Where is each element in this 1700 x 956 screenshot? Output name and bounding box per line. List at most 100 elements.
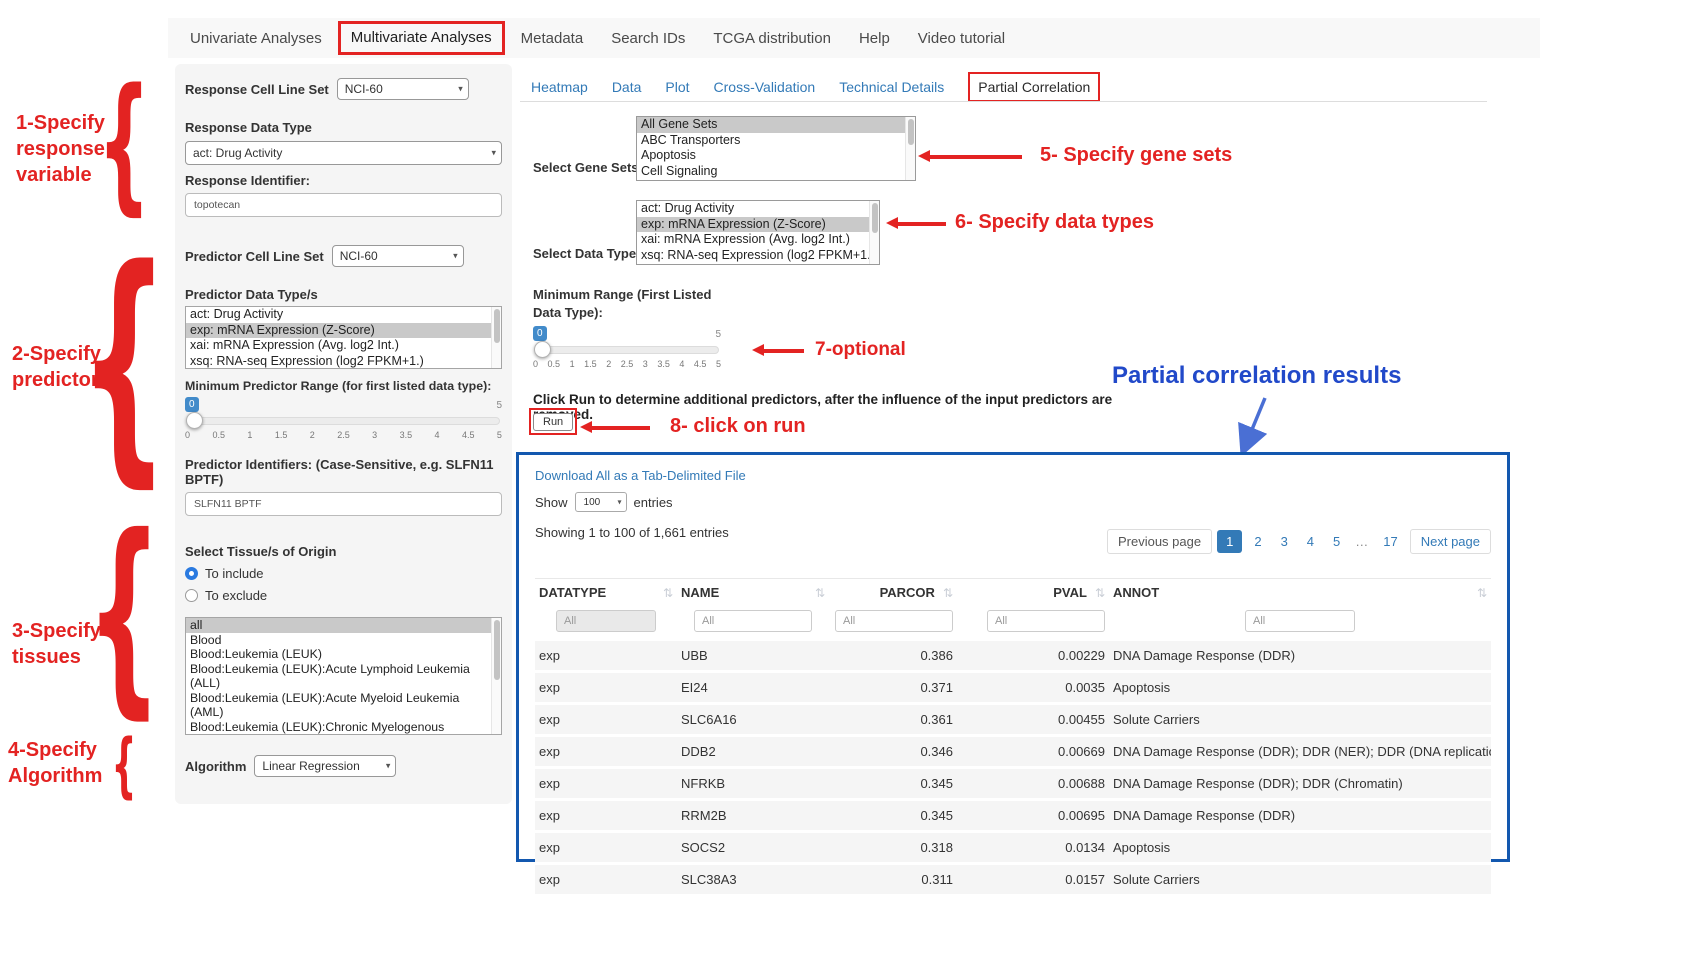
bracket-step4: { bbox=[114, 728, 134, 802]
list-option-selected[interactable]: exp: mRNA Expression (Z-Score) bbox=[637, 217, 879, 233]
filter-name-input[interactable] bbox=[694, 610, 812, 632]
min-predictor-range-label: Minimum Predictor Range (for first liste… bbox=[185, 379, 502, 393]
table-row[interactable]: exp RRM2B 0.345 0.00695 DNA Damage Respo… bbox=[535, 800, 1491, 832]
col-header-datatype[interactable]: DATATYPE bbox=[539, 585, 606, 600]
list-option[interactable]: ABC Transporters bbox=[637, 133, 915, 149]
nav-video-tutorial[interactable]: Video tutorial bbox=[904, 30, 1019, 47]
tissue-exclude-radio[interactable]: To exclude bbox=[185, 588, 502, 603]
filter-pval-input[interactable] bbox=[987, 610, 1105, 632]
slider-track[interactable] bbox=[535, 346, 719, 354]
sort-icon[interactable]: ⇅ bbox=[1477, 586, 1487, 600]
entries-per-page-select[interactable]: 100 ▾ bbox=[575, 492, 627, 512]
response-identifier-input[interactable] bbox=[185, 193, 502, 217]
table-row[interactable]: exp SLC6A16 0.361 0.00455 Solute Carrier… bbox=[535, 704, 1491, 736]
run-button[interactable]: Run bbox=[533, 413, 573, 431]
bracket-step2: { bbox=[114, 230, 134, 494]
page-2-button[interactable]: 2 bbox=[1247, 530, 1268, 553]
col-header-pval[interactable]: PVAL bbox=[1053, 585, 1087, 600]
list-option[interactable]: Blood:Leukemia (LEUK):Acute Myeloid Leuk… bbox=[186, 691, 501, 720]
list-option[interactable]: act: Drug Activity bbox=[186, 307, 501, 323]
filter-parcor-input[interactable] bbox=[835, 610, 953, 632]
nav-help[interactable]: Help bbox=[845, 30, 904, 47]
list-option[interactable]: Blood bbox=[186, 633, 501, 648]
tab-heatmap[interactable]: Heatmap bbox=[531, 79, 588, 95]
select-gene-sets-label: Select Gene Sets bbox=[533, 160, 639, 175]
slider-track[interactable] bbox=[187, 417, 500, 425]
col-header-annot[interactable]: ANNOT bbox=[1113, 585, 1159, 600]
list-option[interactable]: act: Drug Activity bbox=[637, 201, 879, 217]
predictor-data-types-listbox[interactable]: act: Drug Activity exp: mRNA Expression … bbox=[185, 306, 502, 369]
tab-partial-correlation[interactable]: Partial Correlation bbox=[978, 79, 1090, 95]
cell-pval: 0.0157 bbox=[957, 864, 1109, 896]
scrollbar-thumb[interactable] bbox=[872, 203, 878, 233]
scrollbar[interactable] bbox=[491, 307, 501, 368]
list-option[interactable]: xai: mRNA Expression (Avg. log2 Int.) bbox=[186, 338, 501, 354]
scrollbar[interactable] bbox=[869, 201, 879, 264]
cell-annot: Solute Carriers bbox=[1109, 864, 1491, 896]
page-1-button[interactable]: 1 bbox=[1217, 530, 1242, 553]
list-option[interactable]: xai: mRNA Expression (Avg. log2 Int.) bbox=[637, 232, 879, 248]
data-types-listbox[interactable]: act: Drug Activity exp: mRNA Expression … bbox=[636, 200, 880, 265]
filter-datatype-input[interactable] bbox=[556, 610, 656, 632]
list-option-selected[interactable]: All Gene Sets bbox=[637, 117, 915, 133]
nav-univariate-analyses[interactable]: Univariate Analyses bbox=[176, 30, 336, 47]
response-data-type-select[interactable]: act: Drug Activity ▾ bbox=[185, 141, 502, 165]
sort-icon[interactable]: ⇅ bbox=[1095, 586, 1105, 600]
list-option[interactable]: Blood:Leukemia (LEUK) bbox=[186, 647, 501, 662]
predictor-identifiers-input[interactable] bbox=[185, 492, 502, 516]
tick-label: 4 bbox=[679, 359, 684, 369]
annotation-step4: 4-Specify Algorithm bbox=[8, 737, 120, 789]
scrollbar[interactable] bbox=[491, 618, 501, 734]
download-tab-delimited-link[interactable]: Download All as a Tab-Delimited File bbox=[535, 468, 746, 483]
scrollbar-thumb[interactable] bbox=[494, 309, 500, 343]
table-row[interactable]: exp NFRKB 0.345 0.00688 DNA Damage Respo… bbox=[535, 768, 1491, 800]
table-row[interactable]: exp SOCS2 0.318 0.0134 Apoptosis bbox=[535, 832, 1491, 864]
response-cell-line-set-select[interactable]: NCI-60 ▾ bbox=[337, 78, 469, 100]
list-option[interactable]: Blood:Leukemia (LEUK):Chronic Myelogenou… bbox=[186, 720, 501, 736]
tab-data[interactable]: Data bbox=[612, 79, 642, 95]
sort-icon[interactable]: ⇅ bbox=[943, 586, 953, 600]
gene-sets-listbox[interactable]: All Gene Sets ABC Transporters Apoptosis… bbox=[636, 116, 916, 181]
slider-handle[interactable] bbox=[186, 412, 203, 429]
cell-pval: 0.00695 bbox=[957, 800, 1109, 832]
table-row[interactable]: exp DDB2 0.346 0.00669 DNA Damage Respon… bbox=[535, 736, 1491, 768]
nav-search-ids[interactable]: Search IDs bbox=[597, 30, 699, 47]
scrollbar[interactable] bbox=[905, 117, 915, 180]
nav-tcga-distribution[interactable]: TCGA distribution bbox=[699, 30, 845, 47]
list-option[interactable]: Apoptosis bbox=[637, 148, 915, 164]
table-row[interactable]: exp UBB 0.386 0.00229 DNA Damage Respons… bbox=[535, 641, 1491, 672]
filter-annot-input[interactable] bbox=[1245, 610, 1355, 632]
slider-handle[interactable] bbox=[534, 341, 551, 358]
page-3-button[interactable]: 3 bbox=[1274, 530, 1295, 553]
col-header-parcor[interactable]: PARCOR bbox=[880, 585, 935, 600]
algorithm-select[interactable]: Linear Regression ▾ bbox=[254, 755, 396, 777]
nav-metadata[interactable]: Metadata bbox=[507, 30, 598, 47]
next-page-button[interactable]: Next page bbox=[1410, 529, 1491, 554]
col-header-name[interactable]: NAME bbox=[681, 585, 719, 600]
scrollbar-thumb[interactable] bbox=[494, 620, 500, 680]
page-5-button[interactable]: 5 bbox=[1326, 530, 1347, 553]
list-option-selected[interactable]: all bbox=[186, 618, 501, 633]
table-row[interactable]: exp EI24 0.371 0.0035 Apoptosis bbox=[535, 672, 1491, 704]
predictor-cell-line-set-select[interactable]: NCI-60 ▾ bbox=[332, 245, 464, 267]
scrollbar-thumb[interactable] bbox=[908, 119, 914, 145]
nav-multivariate-analyses[interactable]: Multivariate Analyses bbox=[343, 29, 500, 46]
tissue-listbox[interactable]: all Blood Blood:Leukemia (LEUK) Blood:Le… bbox=[185, 617, 502, 735]
tab-plot[interactable]: Plot bbox=[665, 79, 689, 95]
sort-icon[interactable]: ⇅ bbox=[663, 586, 673, 600]
entries-per-page-value: 100 bbox=[584, 497, 601, 508]
list-option[interactable]: xsq: RNA-seq Expression (log2 FPKM+1.) bbox=[186, 354, 501, 370]
sort-icon[interactable]: ⇅ bbox=[815, 586, 825, 600]
list-option-selected[interactable]: exp: mRNA Expression (Z-Score) bbox=[186, 323, 501, 339]
cell-name: SOCS2 bbox=[677, 832, 829, 864]
page-17-button[interactable]: 17 bbox=[1376, 530, 1404, 553]
tab-technical-details[interactable]: Technical Details bbox=[839, 79, 944, 95]
page-4-button[interactable]: 4 bbox=[1300, 530, 1321, 553]
tab-cross-validation[interactable]: Cross-Validation bbox=[714, 79, 816, 95]
list-option[interactable]: xsq: RNA-seq Expression (log2 FPKM+1.) bbox=[637, 248, 879, 264]
table-row[interactable]: exp SLC38A3 0.311 0.0157 Solute Carriers bbox=[535, 864, 1491, 896]
list-option[interactable]: Cell Signaling bbox=[637, 164, 915, 180]
previous-page-button[interactable]: Previous page bbox=[1107, 529, 1212, 554]
tissue-include-radio[interactable]: To include bbox=[185, 566, 502, 581]
list-option[interactable]: Blood:Leukemia (LEUK):Acute Lymphoid Leu… bbox=[186, 662, 501, 691]
